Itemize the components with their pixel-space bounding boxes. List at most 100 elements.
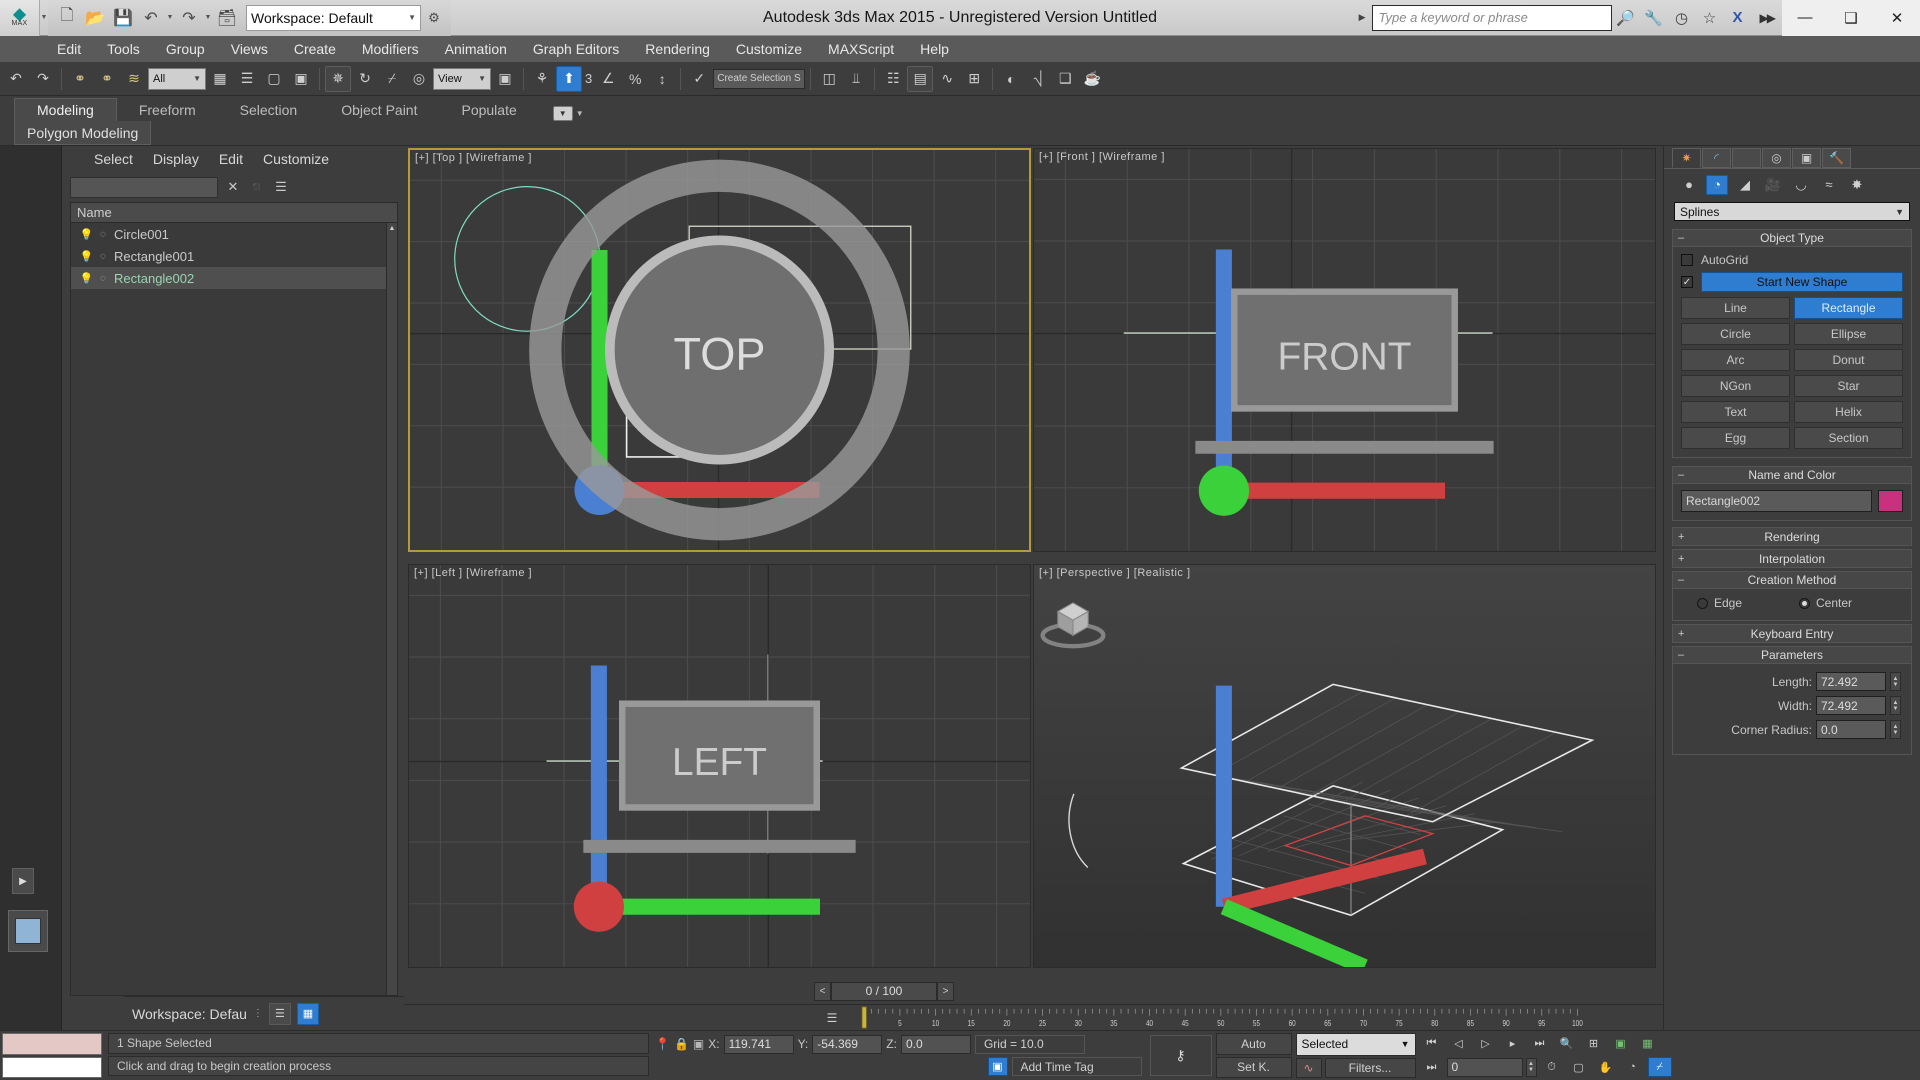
star-icon[interactable]: ☆ [1696,4,1724,32]
rectangle-button[interactable]: Rectangle [1794,297,1903,319]
binoculars-icon[interactable]: 🔎 [1612,4,1640,32]
redo-dropdown-icon[interactable]: ▼ [204,14,212,21]
adaptive-degradation-icon[interactable]: ▣ [988,1057,1008,1076]
undo-icon[interactable]: ↶ [138,5,164,31]
line-button[interactable]: Line [1681,297,1790,319]
autogrid-checkbox[interactable] [1681,254,1693,266]
ribbon-tab-object-paint[interactable]: Object Paint [319,99,439,121]
unlink-selection-icon[interactable]: ⚭ [94,66,120,92]
undo-icon[interactable]: ↶ [3,66,29,92]
go-to-start-icon[interactable]: ⏮ [1420,1034,1444,1054]
menu-item-customize[interactable]: Customize [723,38,815,60]
expand-search-icon[interactable]: ▶ [1353,12,1372,23]
zoom-all-icon[interactable]: ▣ [1609,1034,1633,1054]
redo-icon[interactable]: ↷ [30,66,56,92]
overflow-icon[interactable]: ▶▶ [1752,11,1782,25]
start-new-shape-checkbox[interactable]: ✓ [1681,276,1693,288]
viewport-top[interactable]: [+] [Top ] [Wireframe ] TOP [408,148,1031,552]
material-editor-icon[interactable]: ◐ [998,66,1024,92]
filters-button[interactable]: Filters... [1325,1058,1416,1079]
redo-icon[interactable]: ↷ [176,5,202,31]
maxscript-listener-pink[interactable] [2,1033,102,1055]
render-production-icon[interactable]: ☕ [1079,66,1105,92]
snaps-toggle-icon[interactable]: ⬆ [556,66,582,92]
auto-key-button[interactable]: Auto [1216,1033,1292,1055]
align-icon[interactable]: ⫫ [843,66,869,92]
list-item[interactable]: 💡 ◌ Rectangle001 [71,245,397,267]
selection-lock-icon[interactable]: ▣ [693,1037,704,1051]
menu-item-graph-editors[interactable]: Graph Editors [520,38,632,60]
viewcube-icon[interactable] [1034,579,1112,657]
previous-frame-button[interactable]: < [814,982,831,1001]
play-animation-icon[interactable]: ▷ [1474,1034,1498,1054]
layer-explorer-button[interactable]: ☰ [269,1003,291,1025]
motion-tab[interactable]: ◎ [1762,148,1791,168]
angle-snap-icon[interactable]: ∠ [595,66,621,92]
ribbon-toggle-icon[interactable]: ▤ [907,66,933,92]
logo-dropdown-icon[interactable]: ▼ [40,14,48,21]
start-new-shape-button[interactable]: Start New Shape [1701,272,1903,292]
coord-z-input[interactable]: 0.0 [901,1035,971,1054]
menu-item-tools[interactable]: Tools [94,38,153,60]
coord-x-input[interactable]: 119.741 [724,1035,794,1054]
select-link-icon[interactable]: ⚭ [67,66,93,92]
use-center-flyout-icon[interactable]: ▣ [492,66,518,92]
rollout-keyboard-entry-header[interactable]: + Keyboard Entry [1673,625,1911,642]
explorer-menu-edit[interactable]: Edit [209,149,253,169]
mini-listener[interactable] [0,1031,104,1080]
space-warps-category[interactable]: ≈ [1818,175,1840,195]
maximize-viewport-icon[interactable]: ▦ [1636,1034,1660,1054]
named-selection-set-input[interactable]: Create Selection S [713,69,805,89]
ribbon-options-dropdown[interactable]: ▼ ▼ [553,106,584,121]
viewport-perspective[interactable]: [+] [Perspective ] [Realistic ] [1033,564,1656,968]
viewport-left-label[interactable]: [+] [Left ] [Wireframe ] [414,567,532,579]
current-frame-display[interactable]: 0 / 100 [831,982,937,1001]
ribbon-tab-selection[interactable]: Selection [218,99,320,121]
select-and-rotate-icon[interactable]: ↻ [352,66,378,92]
cameras-category[interactable]: 🎥 [1762,175,1784,195]
app-logo-button[interactable]: ◆ MAX [0,0,40,36]
layer-manager-icon[interactable]: ☷ [880,66,906,92]
width-spinner[interactable]: ▲ ▼ [1890,696,1901,715]
current-frame-input[interactable]: 0 [1447,1058,1523,1077]
window-crossing-icon[interactable]: ▣ [288,66,314,92]
footer-overflow-icon[interactable]: ⋮ [253,1008,263,1019]
lock-selection-icon[interactable]: 🔒 [674,1037,689,1051]
ribbon-tab-populate[interactable]: Populate [439,99,538,121]
time-config-icon[interactable]: ⏱ [1540,1057,1564,1077]
menu-item-help[interactable]: Help [907,38,962,60]
viewport-color-swatch[interactable] [8,910,48,952]
percent-snap-icon[interactable]: % [622,66,648,92]
geometry-category[interactable]: ● [1678,175,1700,195]
list-item[interactable]: 💡 ◌ Rectangle002 [71,267,397,289]
maximize-toggle-icon[interactable]: ⌿ [1648,1057,1672,1077]
ribbon-tab-freeform[interactable]: Freeform [117,99,218,121]
add-time-tag-button[interactable]: Add Time Tag [1012,1057,1142,1076]
selection-filter-dropdown[interactable]: All ▼ [148,68,206,90]
list-item[interactable]: 💡 ◌ Circle001 [71,223,397,245]
reference-coordinate-dropdown[interactable]: View ▼ [433,68,491,90]
corner-radius-input[interactable]: 0.0 [1816,720,1886,739]
time-slider[interactable]: < 0 / 100 > [814,982,954,1001]
navcube-top-icon[interactable]: TOP [410,150,1029,550]
schematic-view-icon[interactable]: ⊞ [961,66,987,92]
go-to-end-icon[interactable]: ⏭ [1528,1034,1552,1054]
rendered-frame-icon[interactable]: ❑ [1052,66,1078,92]
lights-category[interactable]: ◢ [1734,175,1756,195]
corner-radius-spinner[interactable]: ▲ ▼ [1890,720,1901,739]
render-setup-icon[interactable]: ⎷ [1025,66,1051,92]
systems-category[interactable]: ✸ [1846,175,1868,195]
object-name-input[interactable]: Rectangle002 [1681,490,1872,512]
utilities-tab[interactable]: 🔨 [1822,148,1851,168]
explorer-scrollbar[interactable]: ▲ [386,223,397,995]
minimize-button[interactable]: — [1782,0,1828,36]
save-file-icon[interactable]: 💾 [110,5,136,31]
length-spinner[interactable]: ▲ ▼ [1890,672,1901,691]
rollout-creation-method-header[interactable]: – Creation Method [1673,572,1911,589]
create-tab[interactable]: ✷ [1672,148,1701,168]
explorer-menu-customize[interactable]: Customize [253,149,339,169]
select-and-manipulate-icon[interactable]: ⚘ [529,66,555,92]
viewport-left[interactable]: [+] [Left ] [Wireframe ] LEFT [408,564,1031,968]
menu-item-rendering[interactable]: Rendering [632,38,723,60]
star-button[interactable]: Star [1794,375,1903,397]
